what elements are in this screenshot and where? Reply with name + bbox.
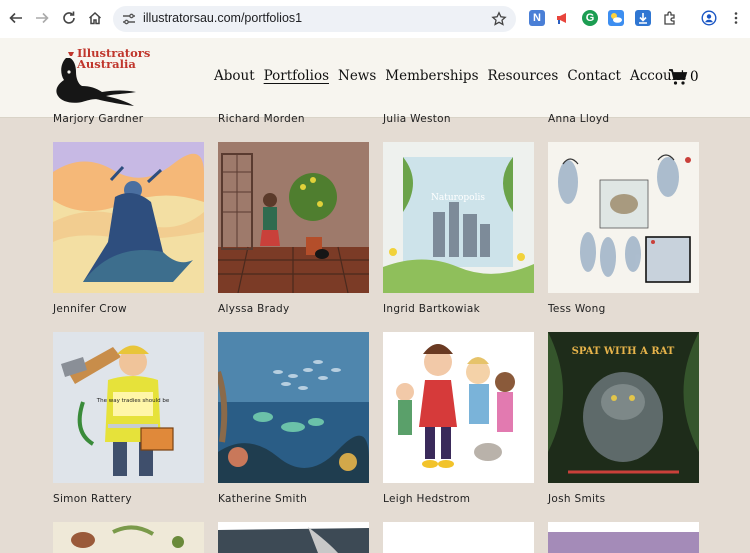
illustrators-australia-logo[interactable]: Illustrators Australia <box>50 46 150 110</box>
portfolio-thumb-ingrid-bartkowiak[interactable]: Naturopolis <box>383 142 534 293</box>
naturopolis-title-art: Naturopolis <box>431 193 485 203</box>
reload-icon[interactable] <box>59 8 79 28</box>
portfolio-thumb-josh-smits[interactable]: SPAT WITH A RAT <box>548 332 699 483</box>
artist-name-alyssa-brady[interactable]: Alyssa Brady <box>218 303 289 315</box>
portfolio-thumb-row3-3[interactable] <box>383 522 534 553</box>
artist-name-tess-wong[interactable]: Tess Wong <box>548 303 606 315</box>
artist-name-katherine-smith[interactable]: Katherine Smith <box>218 493 307 505</box>
portfolio-thumb-row3-4[interactable] <box>548 522 699 553</box>
portfolio-thumb-katherine-smith[interactable] <box>218 332 369 483</box>
portfolio-thumb-leigh-hedstrom[interactable] <box>383 332 534 483</box>
menu-contact[interactable]: Contact <box>567 68 621 84</box>
site-header: Illustrators Australia About Portfolios … <box>0 38 750 118</box>
extension-megaphone-icon[interactable] <box>555 10 571 26</box>
profile-avatar-icon[interactable] <box>701 10 717 26</box>
portfolio-thumb-alyssa-brady[interactable] <box>218 142 369 293</box>
logo-line-2: Australia <box>77 57 136 71</box>
back-icon[interactable] <box>6 8 26 28</box>
main-menu: About Portfolios News Memberships Resour… <box>214 68 695 84</box>
extension-grammarly-icon[interactable]: G <box>582 10 598 26</box>
browser-toolbar: illustratorsau.com/portfolios1 N G <box>0 0 750 39</box>
bookmark-star-icon[interactable] <box>491 11 507 27</box>
extension-weather-icon[interactable] <box>608 10 624 26</box>
artist-name-jennifer-crow[interactable]: Jennifer Crow <box>53 303 127 315</box>
menu-memberships[interactable]: Memberships <box>385 68 478 84</box>
extension-download-icon[interactable] <box>635 10 651 26</box>
artist-name-prev-1[interactable]: Marjory Gardner <box>53 113 143 125</box>
cart-button[interactable]: 0 <box>668 68 699 86</box>
artist-name-prev-2[interactable]: Richard Morden <box>218 113 305 125</box>
extensions-puzzle-icon[interactable] <box>662 10 678 26</box>
portfolio-thumb-jennifer-crow[interactable] <box>53 142 204 293</box>
artist-name-simon-rattery[interactable]: Simon Rattery <box>53 493 132 505</box>
site-settings-icon[interactable] <box>121 11 137 27</box>
forward-icon[interactable] <box>32 8 52 28</box>
artist-name-josh-smits[interactable]: Josh Smits <box>548 493 605 505</box>
url-text[interactable]: illustratorsau.com/portfolios1 <box>143 11 302 25</box>
home-icon[interactable] <box>85 8 105 28</box>
browser-menu-icon[interactable] <box>728 10 744 26</box>
artist-name-ingrid-bartkowiak[interactable]: Ingrid Bartkowiak <box>383 303 480 315</box>
artist-name-prev-3[interactable]: Julia Weston <box>383 113 451 125</box>
spat-with-rat-title-art: SPAT WITH A RAT <box>572 346 675 357</box>
portfolio-thumb-row3-2[interactable] <box>218 522 369 553</box>
menu-about[interactable]: About <box>214 68 255 84</box>
portfolio-thumb-tess-wong[interactable] <box>548 142 699 293</box>
extension-n-icon[interactable]: N <box>529 10 545 26</box>
vest-slogan-art: The way tradies should be <box>96 398 170 404</box>
menu-resources[interactable]: Resources <box>488 68 559 84</box>
portfolio-thumb-row3-1[interactable] <box>53 522 204 553</box>
address-bar[interactable]: illustratorsau.com/portfolios1 <box>113 6 516 32</box>
cart-count: 0 <box>690 69 699 85</box>
artist-name-leigh-hedstrom[interactable]: Leigh Hedstrom <box>383 493 470 505</box>
portfolio-thumb-simon-rattery[interactable]: The way tradies should be <box>53 332 204 483</box>
artist-name-prev-4[interactable]: Anna Lloyd <box>548 113 609 125</box>
shopping-cart-icon <box>669 69 688 85</box>
menu-news[interactable]: News <box>338 68 376 84</box>
menu-portfolios[interactable]: Portfolios <box>264 68 329 84</box>
